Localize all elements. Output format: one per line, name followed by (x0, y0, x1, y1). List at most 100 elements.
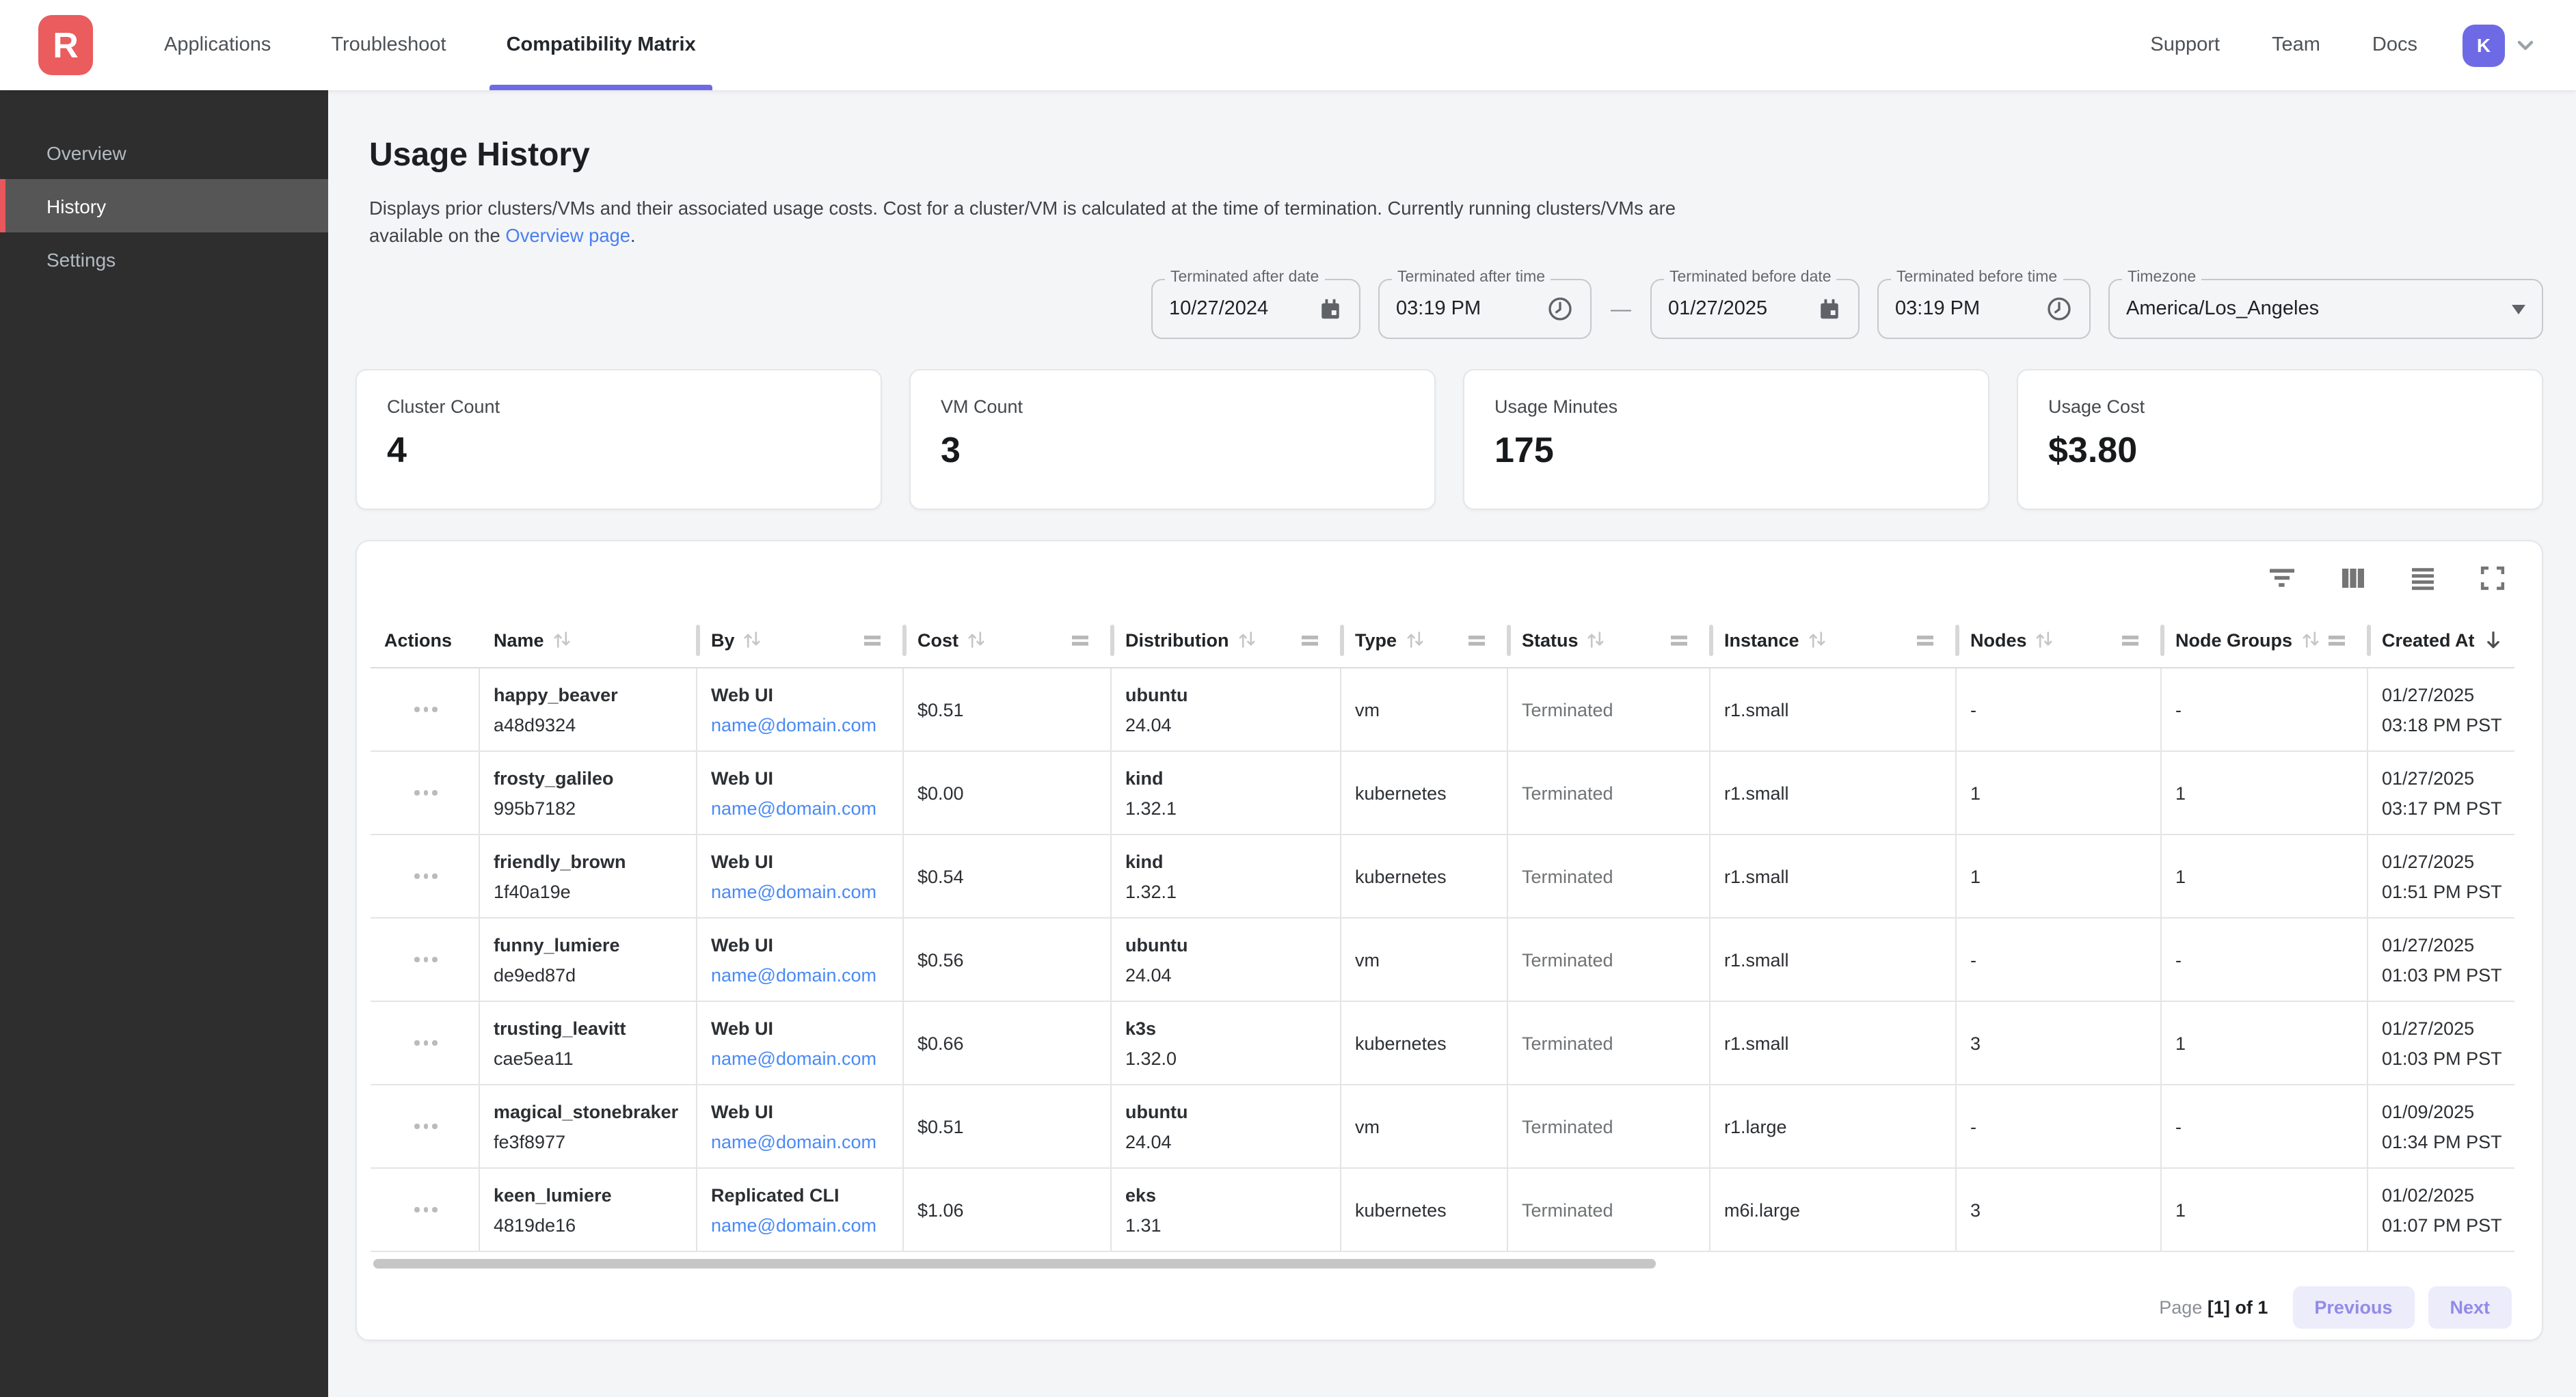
column-menu-icon[interactable] (2327, 631, 2346, 649)
cluster-id: de9ed87d (494, 964, 685, 985)
created-by-email-link[interactable]: name@domain.com (711, 714, 891, 735)
density-icon[interactable] (2406, 562, 2439, 594)
sort-desc-icon[interactable] (2482, 628, 2505, 651)
cost-cell: $0.66 (904, 1002, 1112, 1084)
by-cell: Web UI name@domain.com (697, 1002, 904, 1084)
row-actions-button[interactable] (404, 1199, 448, 1221)
sort-arrows-icon[interactable] (1404, 629, 1425, 651)
column-header-label: Nodes (1970, 629, 2027, 650)
sidebar-item-label: Overview (46, 141, 126, 163)
calendar-icon[interactable] (1318, 295, 1343, 323)
sort-arrows-icon[interactable] (1236, 629, 1258, 651)
column-header[interactable]: Cost (904, 612, 1112, 667)
next-page-button[interactable]: Next (2428, 1286, 2512, 1328)
clock-icon[interactable] (2045, 295, 2073, 323)
column-header[interactable]: Nodes (1957, 612, 2162, 667)
nav-link[interactable]: Docs (2346, 34, 2443, 56)
created-by-email-link[interactable]: name@domain.com (711, 1048, 891, 1068)
more-options-icon (414, 707, 419, 712)
column-menu-icon[interactable] (1669, 631, 1689, 649)
column-menu-icon[interactable] (863, 631, 882, 649)
status-cell: Terminated (1508, 668, 1710, 750)
row-actions-button[interactable] (404, 1116, 448, 1137)
status-cell: Terminated (1508, 1169, 1710, 1251)
nodes-cell: 1 (1957, 835, 2162, 917)
by-cell: Web UI name@domain.com (697, 835, 904, 917)
created-by-email-link[interactable]: name@domain.com (711, 1131, 891, 1152)
column-header[interactable]: Distribution (1112, 612, 1341, 667)
timezone-select[interactable]: Timezone America/Los_Angeles (2108, 279, 2543, 339)
column-menu-icon[interactable] (2121, 631, 2140, 649)
sort-arrows-icon[interactable] (742, 629, 764, 651)
row-actions-button[interactable] (404, 699, 448, 720)
column-header[interactable]: Actions (371, 612, 480, 667)
created-by-email-link[interactable]: name@domain.com (711, 964, 891, 985)
nav-link[interactable]: Support (2124, 34, 2246, 56)
created-date: 01/27/2025 (2382, 768, 2514, 788)
filter-field[interactable]: Terminated after date 10/27/2024 (1151, 279, 1360, 339)
column-header[interactable]: By (697, 612, 904, 667)
scrollbar-thumb[interactable] (373, 1258, 1656, 1268)
sort-arrows-icon[interactable] (1585, 629, 1607, 651)
nodes-cell: - (1957, 1085, 2162, 1167)
row-actions-button[interactable] (404, 1033, 448, 1054)
table-body: happy_beaver a48d9324 Web UI name@domain… (371, 668, 2514, 1252)
nav-tab[interactable]: Applications (134, 0, 301, 90)
column-menu-icon[interactable] (1916, 631, 1935, 649)
more-options-icon (414, 958, 419, 962)
filter-field[interactable]: Terminated before date 01/27/2025 (1650, 279, 1860, 339)
sidebar-item[interactable]: History (0, 179, 328, 232)
column-header[interactable]: Name (480, 612, 697, 667)
nav-link[interactable]: Team (2246, 34, 2346, 56)
more-options-icon (414, 874, 419, 879)
row-actions-button[interactable] (404, 866, 448, 887)
sort-arrows-icon[interactable] (2299, 629, 2321, 651)
filter-icon[interactable] (2264, 563, 2300, 593)
nav-tab[interactable]: Compatibility Matrix (477, 0, 726, 90)
sort-arrows-icon[interactable] (551, 629, 573, 651)
chevron-down-icon[interactable] (2513, 33, 2538, 57)
filter-field-value: 10/27/2024 (1169, 298, 1310, 320)
sort-arrows-icon[interactable] (2034, 629, 2056, 651)
created-by-email-link[interactable]: name@domain.com (711, 798, 891, 818)
calendar-icon[interactable] (1817, 295, 1842, 323)
column-header[interactable]: Created At (2368, 612, 2517, 667)
status-badge: Terminated (1522, 1116, 1698, 1137)
node-groups-cell: - (2162, 668, 2368, 750)
column-header-label: Instance (1724, 629, 1799, 650)
status-badge: Terminated (1522, 866, 1698, 886)
distribution-name: ubuntu (1125, 1101, 1329, 1122)
previous-page-button[interactable]: Previous (2292, 1286, 2414, 1328)
created-by-email-link[interactable]: name@domain.com (711, 1215, 891, 1235)
columns-icon[interactable] (2337, 563, 2370, 593)
column-menu-icon[interactable] (1467, 631, 1486, 649)
actions-cell (371, 919, 480, 1001)
column-menu-icon[interactable] (1300, 631, 1319, 649)
sidebar-item[interactable]: Overview (0, 126, 328, 179)
nav-right-links: Support Team Docs (2124, 34, 2443, 56)
created-by-email-link[interactable]: name@domain.com (711, 881, 891, 901)
row-actions-button[interactable] (404, 949, 448, 971)
sort-arrows-icon[interactable] (965, 629, 987, 651)
avatar[interactable]: K (2463, 24, 2505, 66)
column-header[interactable]: Type (1341, 612, 1508, 667)
column-menu-icon[interactable] (1071, 631, 1090, 649)
sort-arrows-icon[interactable] (1806, 629, 1828, 651)
filter-field-value: 03:19 PM (1895, 298, 2037, 320)
nav-tab-label: Compatibility Matrix (507, 34, 696, 56)
table-row: happy_beaver a48d9324 Web UI name@domain… (371, 668, 2514, 752)
clock-icon[interactable] (1546, 295, 1574, 323)
filter-field[interactable]: Terminated before time 03:19 PM (1877, 279, 2091, 339)
cluster-id: 995b7182 (494, 798, 685, 818)
fullscreen-icon[interactable] (2476, 562, 2509, 595)
replicated-logo[interactable]: R (38, 15, 93, 75)
table-row: friendly_brown 1f40a19e Web UI name@doma… (371, 835, 2514, 919)
sidebar-item[interactable]: Settings (0, 232, 328, 286)
row-actions-button[interactable] (404, 783, 448, 804)
nav-tab[interactable]: Troubleshoot (301, 0, 476, 90)
column-header[interactable]: Status (1508, 612, 1710, 667)
column-header[interactable]: Node Groups (2162, 612, 2368, 667)
overview-page-link[interactable]: Overview page (505, 226, 630, 246)
filter-field[interactable]: Terminated after time 03:19 PM (1378, 279, 1592, 339)
column-header[interactable]: Instance (1710, 612, 1957, 667)
